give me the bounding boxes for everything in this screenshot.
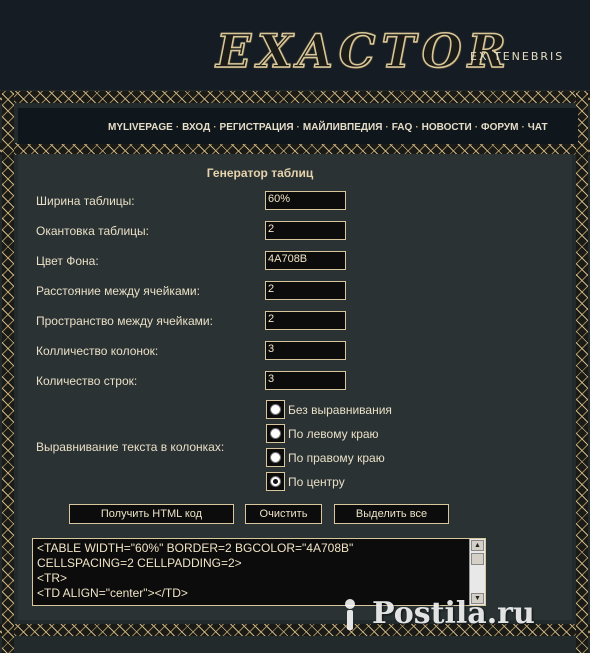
align-right-option[interactable]: По правому краю xyxy=(266,448,385,467)
radio-button-selected[interactable] xyxy=(270,476,281,487)
generator-title: Генератор таблиц xyxy=(206,166,314,180)
scroll-thumb[interactable] xyxy=(471,553,484,565)
nav-bar: MYLIVEPAGE · ВХОД · РЕГИСТРАЦИЯ · МАЙЛИВПЕДИЯ ·… xyxy=(18,108,578,144)
site-tagline: EX TENEBRIS xyxy=(470,50,565,63)
nav-separator: · xyxy=(296,122,300,133)
cell-spacing-label: Расстояние между ячейками: xyxy=(36,284,200,298)
bg-color-input[interactable]: 4A708B xyxy=(265,251,346,270)
postila-logo-icon xyxy=(345,599,355,630)
nav-item-mylivepedia[interactable]: МАЙЛИВПЕДИЯ xyxy=(303,122,383,133)
radio-button[interactable] xyxy=(270,452,281,463)
nav-separator: · xyxy=(213,122,217,133)
bg-color-label: Цвет Фона: xyxy=(36,254,99,268)
nav-separator: · xyxy=(385,122,389,133)
nav-item-chat[interactable]: ЧАТ xyxy=(528,122,548,133)
table-width-label: Ширина таблицы: xyxy=(36,194,135,208)
nav-menu: MYLIVEPAGE · ВХОД · РЕГИСТРАЦИЯ · МАЙЛИВПЕДИЯ ·… xyxy=(108,122,548,133)
rows-input[interactable]: 3 xyxy=(265,371,346,390)
align-center-label: По центру xyxy=(288,474,345,489)
nav-separator: · xyxy=(175,122,180,133)
get-html-code-button[interactable]: Получить HTML код xyxy=(69,504,234,524)
ornament-border-right xyxy=(576,91,588,653)
select-all-button[interactable]: Выделить все xyxy=(334,504,449,524)
columns-label: Колличество колонок: xyxy=(36,344,159,358)
site-logo[interactable]: EXACTOR xyxy=(215,23,512,79)
cell-spacing-input[interactable]: 2 xyxy=(265,281,346,300)
align-none-option[interactable]: Без выравнивания xyxy=(266,400,392,419)
nav-separator: · xyxy=(474,122,479,133)
nav-item-forum[interactable]: ФОРУМ xyxy=(481,122,518,133)
nav-item-news[interactable]: НОВОСТИ xyxy=(422,122,472,133)
radio-button[interactable] xyxy=(270,428,281,439)
align-right-label: По правому краю xyxy=(288,450,385,465)
align-left-label: По левому краю xyxy=(288,426,379,441)
radio-button[interactable] xyxy=(270,404,281,415)
align-left-option[interactable]: По левому краю xyxy=(266,424,379,443)
nav-separator: · xyxy=(415,122,419,133)
output-line: <TR> xyxy=(37,571,68,585)
output-line: <TABLE WIDTH="60%" BORDER=2 BGCOLOR="4A7… xyxy=(37,541,354,555)
nav-item-login[interactable]: ВХОД xyxy=(182,122,210,133)
table-width-input[interactable]: 60% xyxy=(265,191,346,210)
cell-padding-input[interactable]: 2 xyxy=(265,311,346,330)
ornament-border-top xyxy=(0,91,590,103)
cell-padding-label: Пространство между ячейками: xyxy=(36,314,213,328)
output-line: CELLSPACING=2 CELLPADDING=2> xyxy=(37,556,242,570)
alignment-label: Выравнивание текста в колонках: xyxy=(36,440,225,454)
table-generator-panel: Генератор таблиц Ширина таблицы: 60% Ока… xyxy=(18,154,572,620)
radio-box[interactable] xyxy=(266,472,285,491)
ornament-border-left xyxy=(2,91,14,653)
nav-item-faq[interactable]: FAQ xyxy=(392,122,413,133)
nav-item-mylivepage[interactable]: MYLIVEPAGE xyxy=(108,122,173,133)
rows-label: Количество строк: xyxy=(36,374,138,388)
header: EXACTOR EX TENEBRIS xyxy=(0,0,590,90)
columns-input[interactable]: 3 xyxy=(265,341,346,360)
align-none-label: Без выравнивания xyxy=(288,402,392,417)
table-border-input[interactable]: 2 xyxy=(265,221,346,240)
radio-box[interactable] xyxy=(266,424,285,443)
radio-selected-dot xyxy=(273,479,278,484)
scroll-up-arrow-icon[interactable]: ▲ xyxy=(471,540,484,551)
table-border-label: Окантовка таблицы: xyxy=(36,224,149,238)
clear-button[interactable]: Очистить xyxy=(245,504,322,524)
radio-box[interactable] xyxy=(266,448,285,467)
radio-box[interactable] xyxy=(266,400,285,419)
nav-separator: · xyxy=(521,122,525,133)
align-center-option[interactable]: По центру xyxy=(266,472,345,491)
nav-item-register[interactable]: РЕГИСТРАЦИЯ xyxy=(220,122,294,133)
watermark: Postila.ru xyxy=(372,596,535,631)
